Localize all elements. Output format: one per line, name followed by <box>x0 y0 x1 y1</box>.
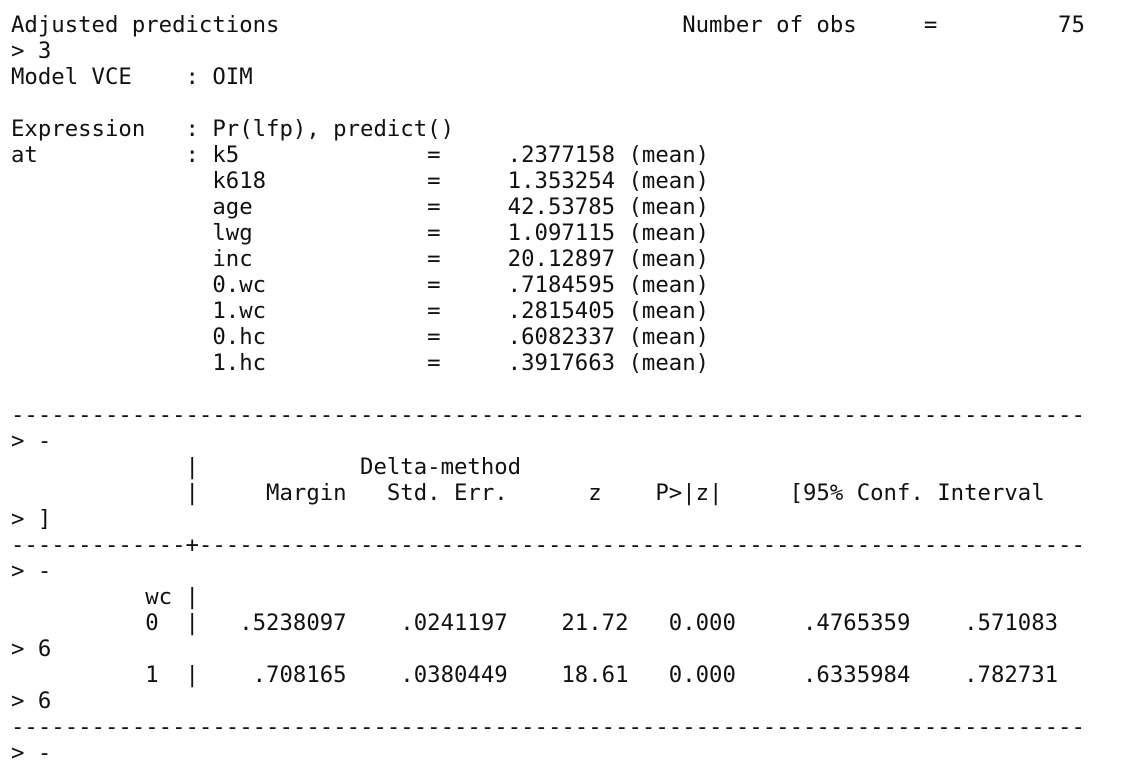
table-row-wc-0: 0 | .5238097 .0241197 21.72 0.000 .47653… <box>11 610 1059 636</box>
wrap-continuation-line: > - <box>11 428 52 454</box>
wrap-continuation-line: > 6 <box>11 688 52 714</box>
at-value-0-hc: 0.hc = .6082337 (mean) <box>11 324 710 350</box>
at-value-lwg: lwg = 1.097115 (mean) <box>11 220 710 246</box>
wrap-continuation-line: > 3 <box>11 38 52 64</box>
table-top-rule: ----------------------------------------… <box>11 402 1085 428</box>
at-value-k5: at : k5 = .2377158 (mean) <box>11 142 710 168</box>
table-header-rule: -------------+--------------------------… <box>11 532 1085 558</box>
wrap-continuation-line: > ] <box>11 506 52 532</box>
at-value-1-wc: 1.wc = .2815405 (mean) <box>11 298 710 324</box>
at-value-inc: inc = 20.12897 (mean) <box>11 246 710 272</box>
at-value-age: age = 42.53785 (mean) <box>11 194 710 220</box>
wrap-continuation-line: > - <box>11 558 52 584</box>
model-vce-line: Model VCE : OIM <box>11 64 253 90</box>
at-value-k618: k618 = 1.353254 (mean) <box>11 168 710 194</box>
table-row-group-wc: wc | <box>11 584 199 610</box>
header-line-title-nobs: Adjusted predictions Number of obs = 75 <box>11 12 1085 38</box>
expression-line: Expression : Pr(lfp), predict() <box>11 116 454 142</box>
wrap-continuation-line: > 6 <box>11 636 52 662</box>
at-value-0-wc: 0.wc = .7184595 (mean) <box>11 272 710 298</box>
table-row-wc-1: 1 | .708165 .0380449 18.61 0.000 .633598… <box>11 662 1059 688</box>
table-bottom-rule: ----------------------------------------… <box>11 714 1085 740</box>
wrap-continuation-line: > - <box>11 740 52 766</box>
table-header-columns: | Margin Std. Err. z P>|z| [95% Conf. In… <box>11 480 1045 506</box>
table-header-delta-method: | Delta-method <box>11 454 522 480</box>
at-value-1-hc: 1.hc = .3917663 (mean) <box>11 350 710 376</box>
stata-results-output: Adjusted predictions Number of obs = 75 … <box>11 12 1085 766</box>
